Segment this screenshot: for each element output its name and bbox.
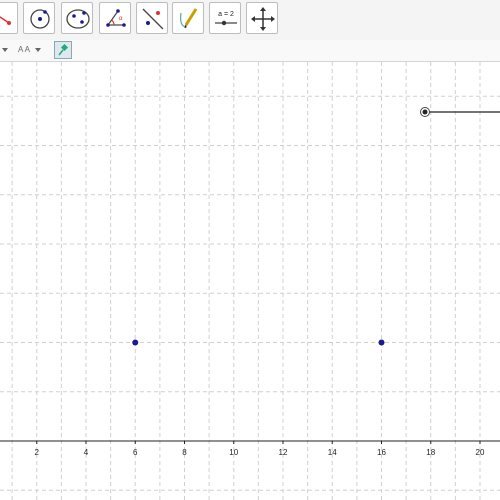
circle-tool-icon <box>30 9 50 29</box>
x-axis-tick-label: 6 <box>133 448 138 457</box>
point[interactable] <box>132 339 139 346</box>
slider-handle-dot <box>422 109 428 115</box>
point[interactable] <box>378 339 385 346</box>
x-axis-tick-label: 14 <box>328 448 337 457</box>
pin-icon <box>58 43 69 56</box>
x-axis-tick-label: 4 <box>84 448 89 457</box>
circle-tool-button[interactable] <box>23 2 55 34</box>
x-axis-tick-label: 12 <box>279 448 288 457</box>
slider-tool-icon: a = 2 <box>215 11 237 26</box>
reflect-tool-button[interactable] <box>136 2 168 34</box>
svg-text:α: α <box>119 16 123 22</box>
grid <box>0 62 500 500</box>
slider-tool-label: a = 2 <box>218 11 234 18</box>
x-axis-ticks: 2 4 6 8 10 12 14 16 18 20 <box>35 441 485 457</box>
x-axis-tick-label: 10 <box>229 448 238 457</box>
style-bar: A A <box>0 40 500 62</box>
x-axis-tick-label: 18 <box>426 448 435 457</box>
conic-tool-icon <box>66 9 90 29</box>
chevron-down-icon[interactable] <box>0 46 14 54</box>
segment-tool-icon <box>0 16 11 25</box>
slider-tool-button[interactable]: a = 2 <box>209 2 241 34</box>
toolbar: α a = 2 <box>0 0 500 41</box>
chevron-down-icon[interactable] <box>33 46 45 54</box>
text-size-label[interactable]: A A <box>18 43 30 57</box>
pen-tool-icon <box>179 8 198 29</box>
pin-toggle-button[interactable] <box>54 41 72 59</box>
pen-tool-button[interactable] <box>172 2 204 34</box>
x-axis-tick-label: 2 <box>35 448 40 457</box>
conic-tool-button[interactable] <box>61 2 93 34</box>
move-view-tool-icon <box>251 7 275 31</box>
x-axis-tick-label: 20 <box>476 448 485 457</box>
segment-tool-button[interactable] <box>0 2 18 34</box>
angle-tool-icon: α <box>106 9 126 27</box>
move-view-tool-button[interactable] <box>246 2 278 34</box>
graphics-view[interactable]: 2 4 6 8 10 12 14 16 18 20 <box>0 62 500 500</box>
reflect-tool-icon <box>142 8 164 30</box>
slider-object[interactable] <box>420 107 500 117</box>
angle-tool-button[interactable]: α <box>99 2 131 34</box>
x-axis-tick-label: 16 <box>377 448 386 457</box>
x-axis-tick-label: 8 <box>182 448 187 457</box>
